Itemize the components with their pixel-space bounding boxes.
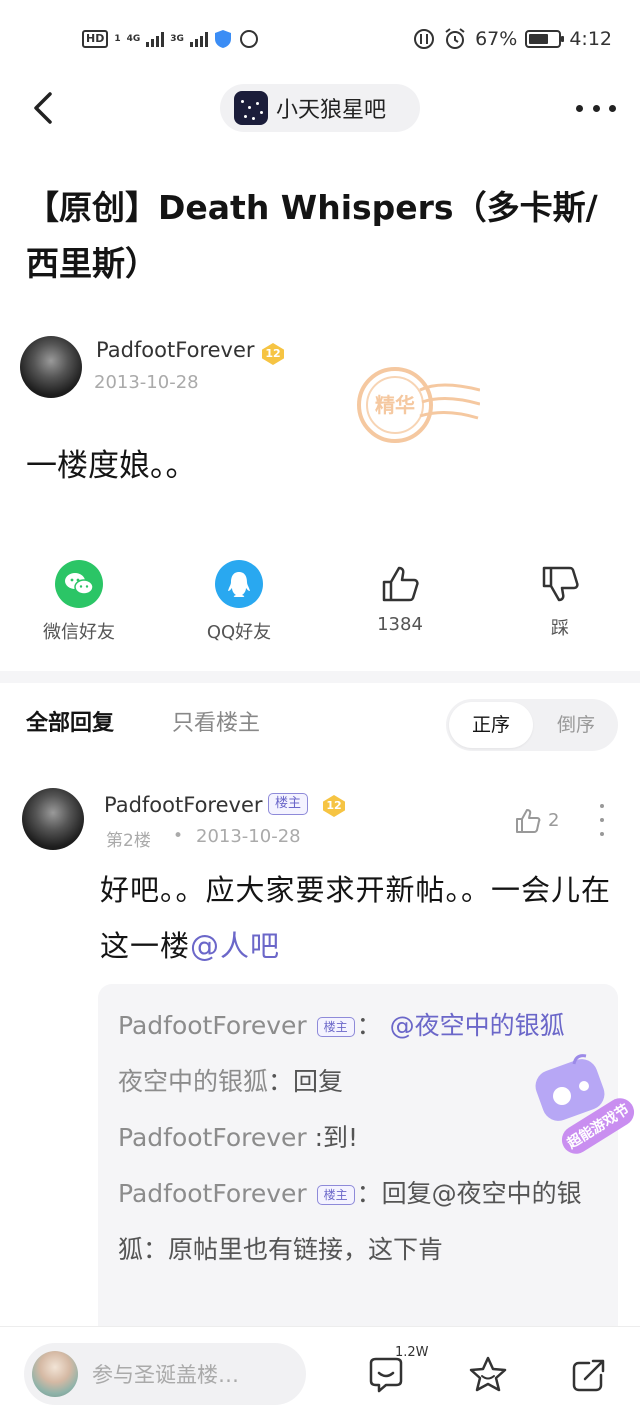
comment-input[interactable]: 参与圣诞盖楼… xyxy=(24,1343,306,1405)
status-bar: HD 1 4G 3G 67% 4:12 xyxy=(0,0,640,78)
reply-level-badge: 12 xyxy=(323,795,345,817)
thumbs-down-icon xyxy=(542,566,579,602)
battery-level xyxy=(529,34,549,44)
sub-reply-mention[interactable]: @夜空中的银狐 xyxy=(390,1011,565,1040)
alarm-icon xyxy=(445,28,465,49)
author-name[interactable]: PadfootForever xyxy=(96,338,255,362)
battery-icon xyxy=(525,30,565,48)
post-title: 【原创】Death Whispers（多卡斯/西里斯） xyxy=(26,188,598,283)
author-avatar[interactable] xyxy=(20,336,82,398)
sort-toggle: 正序 倒序 xyxy=(446,699,618,751)
sub-reply: 夜空中的银狐：回复 xyxy=(118,1054,600,1110)
bottom-bar: 参与圣诞盖楼… 1.2W xyxy=(0,1326,640,1422)
reply-more-icon[interactable] xyxy=(598,804,606,836)
share-icon[interactable] xyxy=(569,1355,609,1395)
star-icon[interactable] xyxy=(468,1355,508,1395)
comment-count: 1.2W xyxy=(395,1345,429,1360)
sub-reply-op-tag: 楼主 xyxy=(316,1017,355,1037)
share-wechat-label: 微信好友 xyxy=(43,622,115,643)
sub-reply: PadfootForever :到! xyxy=(118,1110,600,1166)
signal-icon xyxy=(146,31,165,47)
sub-replies-box[interactable]: PadfootForever 楼主： @夜空中的银狐 夜空中的银狐：回复 Pad… xyxy=(98,984,618,1344)
sub-reply-user[interactable]: PadfootForever xyxy=(118,1123,307,1152)
like-button[interactable]: 1384 xyxy=(335,560,465,635)
status-bar-right: 67% 4:12 xyxy=(413,26,612,52)
sort-ascending-button[interactable]: 正序 xyxy=(449,702,533,748)
hd-indicator: HD xyxy=(82,30,109,48)
clock: 4:12 xyxy=(569,28,612,50)
sub-reply-separator: ： xyxy=(268,1067,294,1096)
sub-reply-text: 回复 xyxy=(293,1067,344,1096)
battery-percent: 67% xyxy=(475,28,518,50)
reply-floor: 第2楼 xyxy=(106,831,151,851)
dislike-button[interactable]: 踩 xyxy=(495,560,625,640)
forum-avatar xyxy=(234,91,268,125)
section-divider xyxy=(0,671,640,683)
sub-reply-separator: ： xyxy=(356,1011,382,1040)
tab-all-replies[interactable]: 全部回复 xyxy=(26,705,114,737)
reply-like-count: 2 xyxy=(548,810,560,831)
share-row: 微信好友 QQ好友 1384 踩 xyxy=(0,560,640,650)
sub-reply-user[interactable]: PadfootForever xyxy=(118,1011,307,1040)
sub-reply-user[interactable]: PadfootForever xyxy=(118,1179,307,1208)
reply-date: 2013-10-28 xyxy=(196,826,301,847)
forum-name: 小天狼星吧 xyxy=(276,98,387,123)
qq-icon xyxy=(215,560,263,608)
sub-reply-text: :到! xyxy=(306,1123,359,1152)
dislike-label: 踩 xyxy=(551,618,569,639)
reply-thumbs-up-icon[interactable] xyxy=(513,806,543,836)
reply-mention-link[interactable]: @人吧 xyxy=(190,929,280,963)
reply-author-name[interactable]: PadfootForever xyxy=(104,793,263,817)
sub-reply-user[interactable]: 夜空中的银狐 xyxy=(118,1067,268,1096)
share-qq-label: QQ好友 xyxy=(206,622,272,643)
post-date: 2013-10-28 xyxy=(94,372,199,393)
share-wechat-button[interactable]: 微信好友 xyxy=(14,560,144,644)
thumbs-up-icon xyxy=(382,566,419,602)
reply-text-main: 好吧。。应大家要求开新帖。。一会儿在这一楼 xyxy=(100,873,612,963)
reply-dot-separator: • xyxy=(173,826,184,846)
op-tag: 楼主 xyxy=(268,793,309,815)
status-bar-left: HD 1 4G 3G xyxy=(82,26,260,52)
sub-reply: PadfootForever 楼主 ：回复@夜空中的银狐：原帖里也有链接，这下肯 xyxy=(118,1166,600,1278)
sort-descending-button[interactable]: 倒序 xyxy=(536,702,616,748)
sim-indicator: 1 xyxy=(114,33,121,44)
sub-reply-separator: ： xyxy=(356,1179,382,1208)
tab-op-only[interactable]: 只看楼主 xyxy=(172,705,260,737)
back-button[interactable] xyxy=(26,88,66,128)
network-4g-label: 4G xyxy=(126,33,141,44)
sub-reply: PadfootForever 楼主： @夜空中的银狐 xyxy=(118,998,600,1054)
signal-icon-2 xyxy=(189,31,208,47)
share-qq-button[interactable]: QQ好友 xyxy=(174,560,304,644)
network-3g-label: 3G xyxy=(170,33,184,44)
level-badge: 12 xyxy=(262,343,284,365)
shield-icon xyxy=(214,30,231,48)
game-festival-sticker[interactable]: 超能游戏节 xyxy=(532,1050,640,1160)
svg-text:精华: 精华 xyxy=(375,393,415,417)
like-count: 1384 xyxy=(377,614,423,635)
post-body: 一楼度娘。。 xyxy=(26,448,197,484)
data-saver-icon xyxy=(414,29,435,49)
sub-reply-op-tag: 楼主 xyxy=(316,1185,355,1205)
user-avatar xyxy=(32,1351,78,1397)
loading-circle-icon xyxy=(239,30,258,48)
comment-icon[interactable] xyxy=(366,1355,406,1395)
reply-text: 好吧。。应大家要求开新帖。。一会儿在这一楼@人吧 xyxy=(100,862,620,974)
more-icon[interactable] xyxy=(576,96,616,120)
comment-placeholder: 参与圣诞盖楼… xyxy=(92,1363,239,1387)
reply-avatar[interactable] xyxy=(22,788,84,850)
forum-link[interactable]: 小天狼星吧 xyxy=(220,84,420,132)
essence-stamp-icon: 精华 xyxy=(357,367,480,443)
wechat-icon xyxy=(55,560,103,608)
